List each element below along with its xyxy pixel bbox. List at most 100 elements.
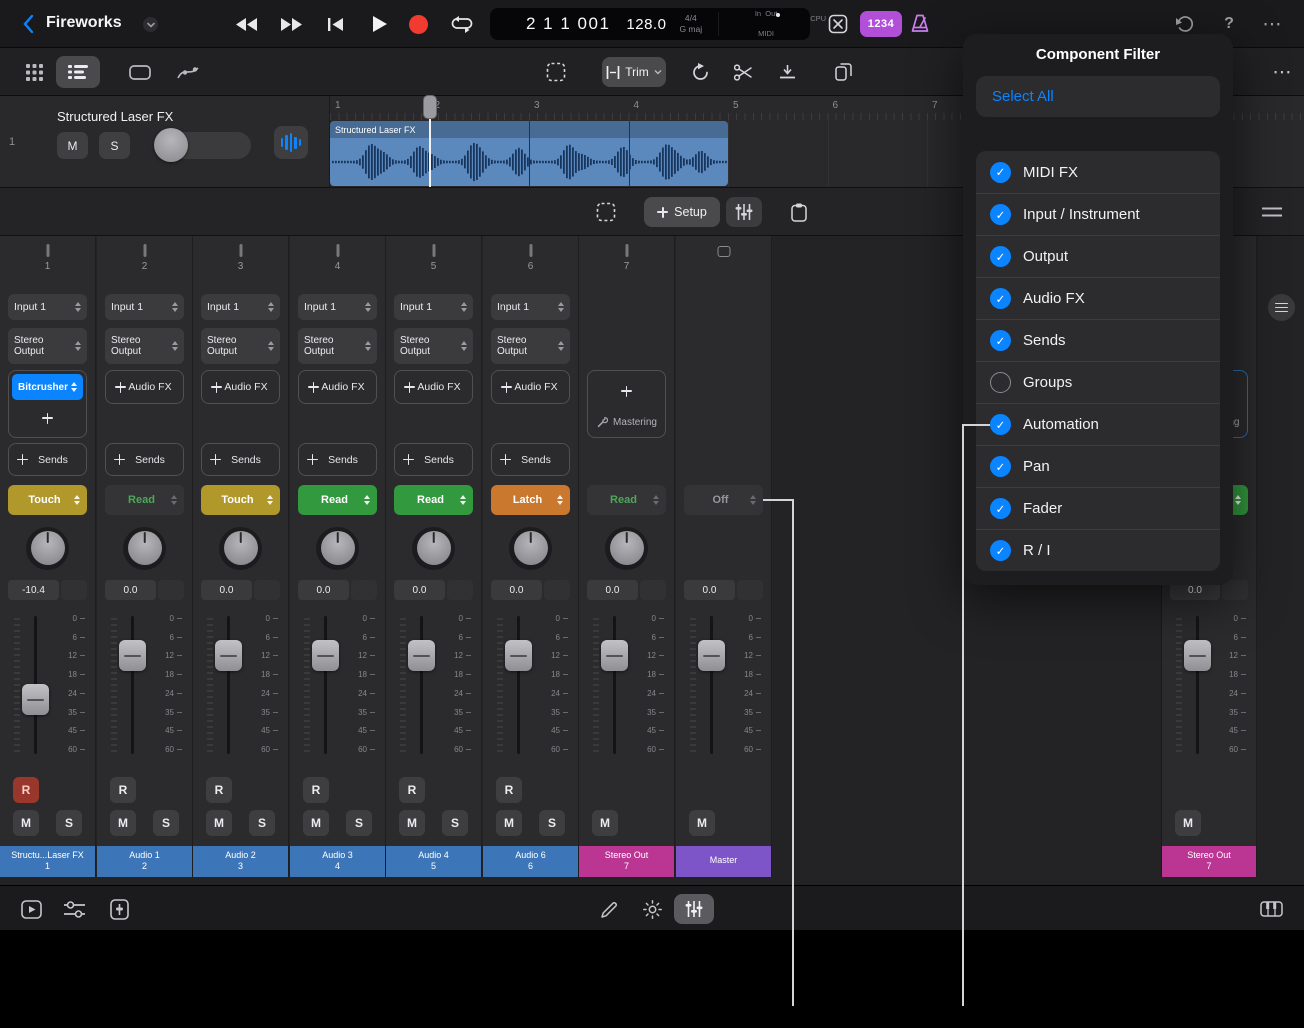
- fader-cap[interactable]: [601, 640, 628, 671]
- filter-item[interactable]: ✓ Automation: [976, 403, 1220, 445]
- split-tool-button[interactable]: [727, 56, 759, 88]
- mute-button[interactable]: M: [496, 810, 522, 836]
- filter-item[interactable]: ✓ R / I: [976, 529, 1220, 571]
- filter-item[interactable]: ✓ Sends: [976, 319, 1220, 361]
- volume-readout[interactable]: -10.4: [8, 580, 87, 600]
- track-solo-button[interactable]: S: [99, 132, 130, 159]
- mastering-plugin-button[interactable]: Mastering: [591, 410, 662, 434]
- dim-tool-button[interactable]: [637, 894, 667, 924]
- add-plugin-button[interactable]: [12, 402, 83, 434]
- record-enable-button[interactable]: R: [110, 777, 136, 803]
- fader-cap[interactable]: [312, 640, 339, 671]
- fader-cap[interactable]: [408, 640, 435, 671]
- channel-view-button[interactable]: [726, 197, 762, 227]
- volume-readout[interactable]: 0.0: [394, 580, 473, 600]
- add-send-button[interactable]: Sends: [201, 443, 280, 476]
- add-audio-fx-button[interactable]: Audio FX: [109, 374, 180, 400]
- add-audio-fx-button[interactable]: Audio FX: [398, 374, 469, 400]
- channel-name-plate[interactable]: Structu...Laser FX 1: [0, 846, 95, 877]
- mute-button[interactable]: M: [206, 810, 232, 836]
- output-select[interactable]: Stereo Output: [201, 328, 280, 364]
- input-select[interactable]: Input 1: [491, 294, 570, 320]
- mixer-setup-button[interactable]: Setup: [644, 197, 720, 227]
- record-enable-button[interactable]: R: [13, 777, 39, 803]
- automation-view-button[interactable]: [168, 56, 208, 88]
- mute-button[interactable]: M: [1175, 810, 1201, 836]
- playhead-handle[interactable]: [423, 95, 437, 119]
- count-in-button[interactable]: [824, 10, 852, 38]
- pencil-tool-button[interactable]: [594, 894, 624, 924]
- marquee-tool-button[interactable]: [540, 56, 572, 88]
- filter-item[interactable]: ✓ Audio FX: [976, 277, 1220, 319]
- mute-button[interactable]: M: [592, 810, 618, 836]
- output-select[interactable]: Stereo Output: [298, 328, 377, 364]
- input-select[interactable]: Input 1: [394, 294, 473, 320]
- lcd-display[interactable]: 2 1 1 001 128.0 4/4 G maj In Out MIDI CP…: [490, 8, 810, 40]
- volume-readout[interactable]: 0.0: [684, 580, 763, 600]
- automation-mode-button[interactable]: Read: [394, 485, 473, 515]
- volume-readout[interactable]: 0.0: [587, 580, 666, 600]
- filter-item[interactable]: ✓ Output: [976, 235, 1220, 277]
- cycle-button[interactable]: [448, 10, 476, 38]
- add-send-button[interactable]: Sends: [491, 443, 570, 476]
- pan-knob[interactable]: [386, 521, 481, 575]
- volume-readout[interactable]: 0.0: [201, 580, 280, 600]
- mute-button[interactable]: M: [13, 810, 39, 836]
- volume-thumb[interactable]: [154, 128, 188, 162]
- rewind-button[interactable]: [233, 10, 261, 38]
- input-select[interactable]: Input 1: [105, 294, 184, 320]
- mute-button[interactable]: M: [399, 810, 425, 836]
- strip-options-button[interactable]: [1268, 294, 1295, 321]
- channel-name-plate[interactable]: Stereo Out 7: [579, 846, 674, 877]
- channel-name-plate[interactable]: Audio 4 5: [386, 846, 481, 877]
- add-send-button[interactable]: Sends: [8, 443, 87, 476]
- output-select[interactable]: Stereo Output: [105, 328, 184, 364]
- fader-cap[interactable]: [505, 640, 532, 671]
- fader[interactable]: 06121824354560: [1170, 612, 1248, 762]
- channel-name-plate[interactable]: Audio 6 6: [483, 846, 578, 877]
- fader[interactable]: 06121824354560: [201, 612, 280, 762]
- divide-tool-button[interactable]: [771, 56, 803, 88]
- tracks-view-button[interactable]: [56, 56, 100, 88]
- output-select[interactable]: Stereo Output: [394, 328, 473, 364]
- record-enable-button[interactable]: R: [206, 777, 232, 803]
- pan-knob[interactable]: [290, 521, 385, 575]
- mixer-paste-button[interactable]: [783, 197, 815, 227]
- automation-mode-button[interactable]: Read: [298, 485, 377, 515]
- cycle-region-button[interactable]: [118, 56, 162, 88]
- fader[interactable]: 06121824354560: [298, 612, 377, 762]
- filter-item[interactable]: ✓ Fader: [976, 487, 1220, 529]
- keyboard-button[interactable]: [1256, 894, 1286, 924]
- record-button[interactable]: [404, 10, 432, 38]
- loop-tool-button[interactable]: [684, 56, 716, 88]
- mixer-marquee-button[interactable]: [590, 197, 622, 227]
- back-button[interactable]: [14, 10, 42, 38]
- automation-mode-button[interactable]: Read: [105, 485, 184, 515]
- count-in-bars-button[interactable]: 1234: [860, 11, 902, 37]
- output-select[interactable]: Stereo Output: [491, 328, 570, 364]
- filter-item[interactable]: ✓ MIDI FX: [976, 151, 1220, 193]
- add-send-button[interactable]: Sends: [298, 443, 377, 476]
- automation-mode-button[interactable]: Touch: [8, 485, 87, 515]
- track-volume-slider[interactable]: [155, 132, 251, 159]
- volume-readout[interactable]: 0.0: [105, 580, 184, 600]
- volume-readout[interactable]: 0.0: [298, 580, 377, 600]
- fader[interactable]: 06121824354560: [491, 612, 570, 762]
- add-audio-fx-button[interactable]: Audio FX: [495, 374, 566, 400]
- input-select[interactable]: Input 1: [8, 294, 87, 320]
- pan-knob[interactable]: [97, 521, 192, 575]
- mute-button[interactable]: M: [303, 810, 329, 836]
- solo-button[interactable]: S: [346, 810, 372, 836]
- fader-cap[interactable]: [215, 640, 242, 671]
- mute-button[interactable]: M: [110, 810, 136, 836]
- fader[interactable]: 06121824354560: [684, 612, 763, 762]
- live-loops-grid-button[interactable]: [14, 56, 54, 88]
- mixer-view-button[interactable]: [59, 894, 89, 924]
- fader[interactable]: 06121824354560: [587, 612, 666, 762]
- mute-button[interactable]: M: [689, 810, 715, 836]
- mixer-meters-button[interactable]: [674, 894, 714, 924]
- channel-name-plate[interactable]: Stereo Out 7: [1162, 846, 1256, 877]
- browser-button[interactable]: [16, 894, 46, 924]
- copy-tool-button[interactable]: [827, 56, 859, 88]
- input-monitor-button[interactable]: [274, 126, 308, 159]
